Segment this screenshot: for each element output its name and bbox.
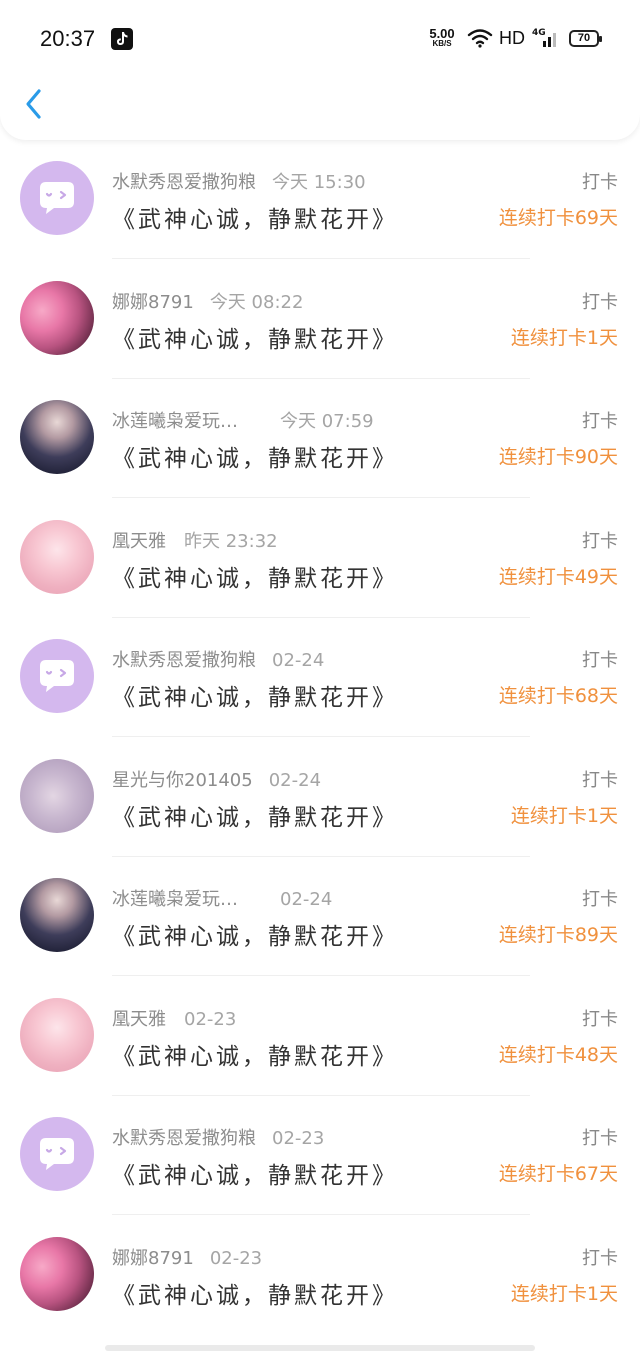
checkin-row[interactable]: 娜娜8791 02-23 《武神心诚，静默花开》 打卡 连续打卡1天 bbox=[0, 1216, 640, 1336]
user-info: 凰天雅 02-23 bbox=[112, 1005, 236, 1031]
user-name[interactable]: 冰莲曦枭爱玩… bbox=[112, 411, 238, 432]
user-info: 星光与你201405 02-24 bbox=[112, 766, 321, 792]
checkin-label: 打卡 bbox=[582, 889, 618, 910]
streak-count: 连续打卡68天 bbox=[498, 685, 618, 707]
user-info: 水默秀恩爱撒狗粮 02-23 bbox=[112, 1124, 324, 1150]
checkin-time: 02-24 bbox=[272, 650, 325, 671]
checkin-row[interactable]: 凰天雅 02-23 《武神心诚，静默花开》 打卡 连续打卡48天 bbox=[0, 977, 640, 1097]
checkin-label: 打卡 bbox=[582, 1009, 618, 1030]
checkin-row[interactable]: 冰莲曦枭爱玩… 02-24 《武神心诚，静默花开》 打卡 连续打卡89天 bbox=[0, 857, 640, 977]
tiktok-icon bbox=[111, 28, 133, 50]
book-title[interactable]: 《武神心诚，静默花开》 bbox=[112, 320, 398, 354]
streak-count: 连续打卡67天 bbox=[498, 1163, 618, 1185]
user-info: 冰莲曦枭爱玩… 今天 07:59 bbox=[112, 407, 374, 433]
chat-bubble-icon bbox=[40, 660, 74, 692]
divider bbox=[112, 736, 530, 737]
streak-count: 连续打卡1天 bbox=[510, 1283, 618, 1305]
checkin-label: 打卡 bbox=[582, 411, 618, 432]
network-type: 4G bbox=[532, 28, 546, 38]
checkin-row[interactable]: 星光与你201405 02-24 《武神心诚，静默花开》 打卡 连续打卡1天 bbox=[0, 738, 640, 858]
wifi-icon bbox=[467, 28, 493, 52]
checkin-label: 打卡 bbox=[582, 1248, 618, 1269]
checkin-label: 打卡 bbox=[582, 1128, 618, 1149]
network-speed: 5.00 KB/S bbox=[429, 26, 455, 48]
streak-count: 连续打卡49天 bbox=[498, 566, 618, 588]
avatar[interactable] bbox=[20, 759, 94, 833]
checkin-time: 今天 07:59 bbox=[280, 411, 374, 432]
user-info: 水默秀恩爱撒狗粮 02-24 bbox=[112, 646, 324, 672]
checkin-time: 今天 15:30 bbox=[272, 172, 366, 193]
back-button[interactable] bbox=[18, 84, 54, 124]
checkin-label: 打卡 bbox=[582, 531, 618, 552]
checkin-label: 打卡 bbox=[582, 650, 618, 671]
avatar[interactable] bbox=[20, 281, 94, 355]
user-name[interactable]: 冰莲曦枭爱玩… bbox=[112, 889, 238, 910]
book-title[interactable]: 《武神心诚，静默花开》 bbox=[112, 559, 398, 593]
user-info: 娜娜8791 02-23 bbox=[112, 1244, 262, 1270]
user-name[interactable]: 水默秀恩爱撒狗粮 bbox=[112, 172, 256, 193]
book-title[interactable]: 《武神心诚，静默花开》 bbox=[112, 1037, 398, 1071]
avatar[interactable] bbox=[20, 400, 94, 474]
checkin-row[interactable]: 娜娜8791 今天 08:22 《武神心诚，静默花开》 打卡 连续打卡1天 bbox=[0, 260, 640, 380]
checkin-time: 昨天 23:32 bbox=[184, 531, 278, 552]
checkin-time: 02-23 bbox=[272, 1128, 325, 1149]
user-name[interactable]: 娜娜8791 bbox=[112, 292, 194, 313]
checkin-label: 打卡 bbox=[582, 292, 618, 313]
battery-icon: 70 bbox=[569, 30, 602, 47]
streak-count: 连续打卡90天 bbox=[498, 446, 618, 468]
status-time: 20:37 bbox=[40, 26, 96, 51]
checkin-row[interactable]: 凰天雅 昨天 23:32 《武神心诚，静默花开》 打卡 连续打卡49天 bbox=[0, 499, 640, 619]
book-title[interactable]: 《武神心诚，静默花开》 bbox=[112, 439, 398, 473]
checkin-row[interactable]: 水默秀恩爱撒狗粮 02-24 《武神心诚，静默花开》 打卡 连续打卡68天 bbox=[0, 618, 640, 738]
scroll-indicator bbox=[105, 1345, 535, 1351]
chat-bubble-icon bbox=[40, 182, 74, 214]
checkin-time: 今天 08:22 bbox=[209, 292, 304, 313]
divider bbox=[112, 975, 530, 976]
avatar[interactable] bbox=[20, 520, 94, 594]
streak-count: 连续打卡89天 bbox=[498, 924, 618, 946]
user-name[interactable]: 凰天雅 bbox=[112, 531, 166, 552]
avatar[interactable] bbox=[20, 639, 94, 713]
user-info: 娜娜8791 今天 08:22 bbox=[112, 288, 303, 314]
chat-bubble-icon bbox=[40, 1138, 74, 1170]
user-name[interactable]: 水默秀恩爱撒狗粮 bbox=[112, 1128, 256, 1149]
streak-count: 连续打卡1天 bbox=[510, 327, 618, 349]
book-title[interactable]: 《武神心诚，静默花开》 bbox=[112, 917, 398, 951]
book-title[interactable]: 《武神心诚，静默花开》 bbox=[112, 678, 398, 712]
avatar[interactable] bbox=[20, 878, 94, 952]
checkin-time: 02-23 bbox=[209, 1248, 263, 1269]
avatar[interactable] bbox=[20, 998, 94, 1072]
status-bar: 20:37 5.00 KB/S HD 4G 70 bbox=[0, 0, 640, 78]
user-name[interactable]: 凰天雅 bbox=[112, 1009, 166, 1030]
checkin-time: 02-24 bbox=[280, 889, 333, 910]
avatar[interactable] bbox=[20, 1117, 94, 1191]
book-title[interactable]: 《武神心诚，静默花开》 bbox=[112, 200, 398, 234]
streak-count: 连续打卡69天 bbox=[498, 207, 618, 229]
avatar[interactable] bbox=[20, 161, 94, 235]
book-title[interactable]: 《武神心诚，静默花开》 bbox=[112, 1276, 398, 1310]
checkin-time: 02-24 bbox=[268, 770, 322, 791]
chevron-left-icon bbox=[26, 89, 41, 119]
user-name[interactable]: 娜娜8791 bbox=[112, 1248, 194, 1269]
checkin-label: 打卡 bbox=[582, 172, 618, 193]
book-title[interactable]: 《武神心诚，静默花开》 bbox=[112, 1156, 398, 1190]
streak-count: 连续打卡48天 bbox=[498, 1044, 618, 1066]
book-title[interactable]: 《武神心诚，静默花开》 bbox=[112, 798, 398, 832]
divider bbox=[112, 1214, 530, 1215]
avatar[interactable] bbox=[20, 1237, 94, 1311]
divider bbox=[112, 258, 530, 259]
checkin-row[interactable]: 冰莲曦枭爱玩… 今天 07:59 《武神心诚，静默花开》 打卡 连续打卡90天 bbox=[0, 379, 640, 499]
checkin-row[interactable]: 水默秀恩爱撒狗粮 02-23 《武神心诚，静默花开》 打卡 连续打卡67天 bbox=[0, 1096, 640, 1216]
user-info: 冰莲曦枭爱玩… 02-24 bbox=[112, 885, 332, 911]
checkin-label: 打卡 bbox=[582, 770, 618, 791]
user-name[interactable]: 星光与你201405 bbox=[112, 770, 253, 791]
checkin-row[interactable]: 水默秀恩爱撒狗粮 今天 15:30 《武神心诚，静默花开》 打卡 连续打卡69天 bbox=[0, 140, 640, 260]
streak-count: 连续打卡1天 bbox=[510, 805, 618, 827]
user-info: 水默秀恩爱撒狗粮 今天 15:30 bbox=[112, 168, 366, 194]
user-info: 凰天雅 昨天 23:32 bbox=[112, 527, 278, 553]
checkin-time: 02-23 bbox=[184, 1009, 237, 1030]
hd-label: HD bbox=[499, 28, 525, 48]
divider bbox=[112, 497, 530, 498]
user-name[interactable]: 水默秀恩爱撒狗粮 bbox=[112, 650, 256, 671]
